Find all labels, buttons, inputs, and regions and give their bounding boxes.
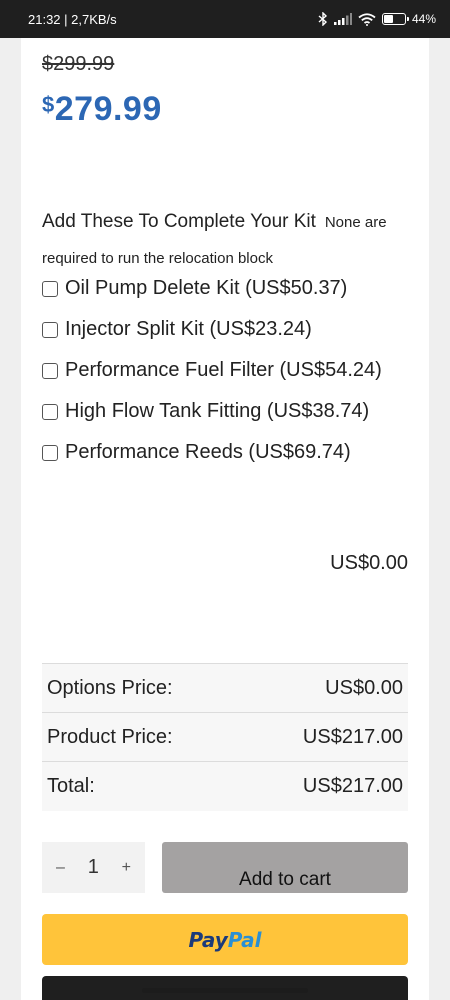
quantity-stepper: – 1 + [42,842,145,893]
paypal-logo-pay: Pay [188,927,228,952]
checkbox[interactable] [42,363,58,379]
option-label: Performance Reeds (US$69.74) [65,441,351,463]
summary-value: US$0.00 [325,676,403,699]
status-bar: 21:32 | 2,7KB/s 44% [0,0,450,38]
kit-option-performance-reeds[interactable]: Performance Reeds (US$69.74) [42,434,412,470]
summary-value: US$217.00 [302,725,403,748]
quantity-increase-button[interactable]: + [122,859,131,877]
summary-value: US$217.00 [302,775,403,797]
checkbox[interactable] [42,322,58,338]
option-label: Performance Fuel Filter (US$54.24) [65,359,382,381]
original-price: $299.99 [42,53,115,75]
quantity-decrease-button[interactable]: – [56,859,65,877]
kit-option-oil-pump-delete[interactable]: Oil Pump Delete Kit (US$50.37) [42,270,412,306]
kit-heading: Add These To Complete Your Kit None are … [42,204,422,277]
summary-label: Options Price: [47,676,173,699]
summary-row-product: Product Price: US$217.00 [42,713,408,762]
signal-icon [333,13,352,25]
add-to-cart-button[interactable]: Add to cart [162,842,408,893]
checkbox[interactable] [42,281,58,297]
summary-label: Product Price: [47,725,173,748]
summary-label: Total: [47,775,95,797]
price-summary-table: Options Price: US$0.00 Product Price: US… [42,663,408,811]
option-label: Injector Split Kit (US$23.24) [65,318,312,340]
options-total: US$0.00 [330,552,408,574]
kit-option-fuel-filter[interactable]: Performance Fuel Filter (US$54.24) [42,352,412,388]
paypal-logo-pal: Pal [227,927,262,952]
battery-level: 44 [411,12,426,26]
bluetooth-icon [318,12,327,26]
status-time: 21:32 | 2,7KB/s [28,11,117,27]
home-indicator [142,988,308,993]
summary-row-options: Options Price: US$0.00 [42,664,408,713]
summary-row-total: Total: US$217.00 [42,762,408,811]
kit-options-list: Oil Pump Delete Kit (US$50.37) Injector … [42,270,412,470]
battery-unit: % [425,12,436,26]
checkbox[interactable] [42,404,58,420]
option-label: High Flow Tank Fitting (US$38.74) [65,400,370,422]
status-icons: 44% [318,12,436,26]
quantity-input[interactable]: 1 [88,856,99,879]
price-value: 279.99 [54,90,162,128]
kit-option-injector-split[interactable]: Injector Split Kit (US$23.24) [42,311,412,347]
paypal-button[interactable]: Pay Pal [42,914,408,965]
kit-title: Add These To Complete Your Kit [42,211,316,232]
sale-price: $279.99 [42,90,162,129]
checkbox[interactable] [42,445,58,461]
product-page: $299.99 $279.99 Add These To Complete Yo… [21,38,429,1000]
price-currency: $ [42,92,55,117]
kit-option-tank-fitting[interactable]: High Flow Tank Fitting (US$38.74) [42,393,412,429]
wifi-icon [358,12,376,26]
battery-icon [381,13,409,25]
option-label: Oil Pump Delete Kit (US$50.37) [65,277,348,299]
